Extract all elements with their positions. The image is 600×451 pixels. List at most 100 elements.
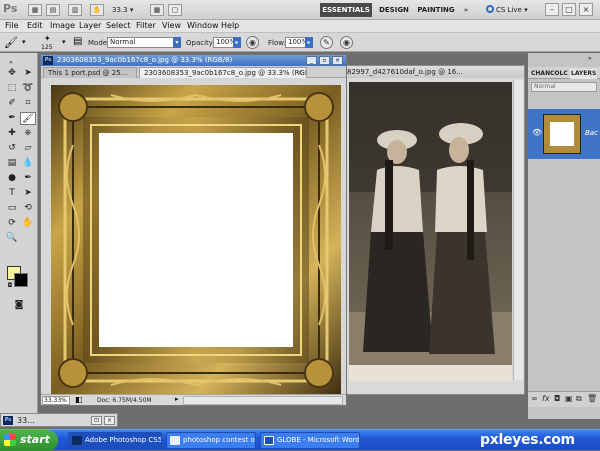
pen-tool-icon[interactable]: ✒	[20, 172, 36, 185]
move-tool-icon[interactable]: ✥	[4, 67, 20, 80]
blur-tool-icon[interactable]: 💧	[20, 157, 36, 170]
arrange-documents-icon[interactable]: ▦	[150, 4, 164, 16]
default-colors-icon[interactable]: ◘	[2, 279, 18, 292]
move-tool-arrow-icon[interactable]: ➤	[20, 67, 36, 80]
quick-mask-icon[interactable]: ◙	[11, 299, 27, 312]
minibridge-icon[interactable]: ▤	[46, 4, 60, 16]
clone-stamp-tool-icon[interactable]: ⎈	[20, 127, 36, 140]
menu-view[interactable]: View	[162, 20, 181, 32]
menu-filter[interactable]: Filter	[136, 20, 156, 32]
document-minimize-button[interactable]: _	[306, 56, 317, 65]
flow-slider-arrow-icon[interactable]: ▸	[305, 37, 313, 48]
layer-row-background[interactable]: 👁 Bac	[528, 109, 600, 159]
link-layers-icon[interactable]: ∞	[531, 394, 538, 403]
task-photoshop-contest[interactable]: photoshop contest o...	[166, 432, 256, 449]
maximize-button[interactable]: □	[562, 3, 576, 16]
tab-frame-image[interactable]: 2303608353_9ac0b167c8_o.jpg @ 33.3% (RGB…	[139, 67, 307, 78]
opacity-slider-arrow-icon[interactable]: ▸	[233, 37, 241, 48]
tab-color[interactable]: COLC	[550, 69, 568, 79]
screen-mode-icon[interactable]: ▢	[168, 4, 182, 16]
tab-layers[interactable]: LAYERS	[570, 69, 598, 79]
tab-channels[interactable]: CHAN	[531, 69, 550, 79]
lasso-tool-icon[interactable]: ➰	[20, 82, 36, 95]
blend-mode-select[interactable]: Normal	[531, 82, 597, 92]
delete-layer-icon[interactable]: 🗑	[587, 394, 597, 403]
menu-file[interactable]: File	[5, 20, 18, 32]
menu-edit[interactable]: Edit	[27, 20, 43, 32]
tab-this-1-port[interactable]: This 1 port.psd @ 25...	[43, 67, 137, 78]
menu-layer[interactable]: Layer	[79, 20, 101, 32]
brush-tool-icon[interactable]: 🖌	[4, 36, 18, 49]
add-mask-icon[interactable]: ◘	[554, 394, 560, 403]
task-photoshop[interactable]: Adobe Photoshop CS5	[68, 432, 162, 449]
status-info-icon[interactable]: ◧	[75, 395, 83, 404]
tab-close-icon[interactable]: ×	[297, 68, 303, 78]
document-window-frame[interactable]: Ps 2303608353_9ac0b167c8_o.jpg @ 33.3% (…	[40, 54, 347, 406]
document-window-photo[interactable]: 82997_d427610daf_o.jpg @ 16...	[340, 65, 525, 395]
adjustment-layer-icon[interactable]: ▣	[565, 394, 573, 403]
eraser-tool-icon[interactable]: ▱	[20, 142, 36, 155]
tablet-opacity-icon[interactable]: ◉	[246, 36, 259, 49]
eyedropper-tool-icon[interactable]: ✒	[4, 112, 20, 125]
menu-select[interactable]: Select	[106, 20, 131, 32]
minimize-button[interactable]: –	[545, 3, 559, 16]
hand-view-icon[interactable]: ✋	[90, 4, 104, 16]
shape-tool-icon[interactable]: ▭	[4, 202, 20, 215]
document-title[interactable]: 82997_d427610daf_o.jpg @ 16...	[341, 66, 524, 78]
3d-camera-tool-icon[interactable]: ⟳	[4, 217, 20, 230]
gradient-tool-icon[interactable]: ▤	[4, 157, 20, 170]
start-button[interactable]: start	[0, 430, 58, 451]
hand-tool-icon[interactable]: ✋	[20, 217, 36, 230]
cs-live-button[interactable]: CS Live ▾	[486, 3, 538, 17]
menu-image[interactable]: Image	[50, 20, 75, 32]
document-close-button[interactable]: ×	[332, 56, 343, 65]
brush-tool-icon-active[interactable]: 🖌	[20, 112, 36, 125]
document-title: 2303608353_9ac0b167c8_o.jpg @ 33.3% (RGB…	[57, 56, 233, 64]
workspace-painting-button[interactable]: PAINTING	[416, 3, 456, 17]
collapse-panels-icon[interactable]: »	[588, 55, 592, 62]
crop-tool-icon[interactable]: ⌗	[20, 97, 36, 110]
document-restore-button[interactable]: ▫	[319, 56, 330, 65]
healing-brush-tool-icon[interactable]: ✚	[4, 127, 20, 140]
airbrush-icon[interactable]: ✎	[320, 36, 333, 49]
dodge-tool-icon[interactable]: ●	[4, 172, 20, 185]
eye-visibility-icon[interactable]: 👁	[532, 128, 542, 138]
vintage-photo-canvas[interactable]	[349, 82, 512, 382]
mode-select[interactable]: Normal	[107, 37, 181, 48]
vertical-scrollbar[interactable]	[513, 80, 523, 380]
new-layer-icon[interactable]: ⧉	[576, 394, 582, 404]
workspace-design-button[interactable]: DESIGN	[376, 3, 412, 17]
minimized-close-button[interactable]: ×	[104, 416, 115, 425]
menu-help[interactable]: Help	[221, 20, 239, 32]
horizontal-scrollbar[interactable]	[183, 396, 343, 405]
zoom-level-select[interactable]: 33.3 ▾	[112, 4, 146, 16]
type-tool-icon[interactable]: T	[4, 187, 20, 200]
brush-preview-icon[interactable]: ✦	[44, 34, 51, 43]
bridge-icon[interactable]: ▦	[28, 4, 42, 16]
3d-rotate-tool-icon[interactable]: ⟲	[20, 202, 36, 215]
ornate-frame-canvas[interactable]	[51, 85, 341, 395]
zoom-tool-icon[interactable]: 🔍	[4, 232, 20, 245]
brush-picker-arrow-icon[interactable]: ▾	[62, 38, 66, 46]
document-titlebar[interactable]: Ps 2303608353_9ac0b167c8_o.jpg @ 33.3% (…	[41, 55, 346, 66]
path-selection-tool-icon[interactable]: ➤	[20, 187, 36, 200]
minimized-restore-button[interactable]: ⊡	[91, 416, 102, 425]
quick-selection-tool-icon[interactable]: ✐	[4, 97, 20, 110]
close-button[interactable]: ×	[579, 3, 593, 16]
zoom-level-field[interactable]: 33.33%	[42, 396, 70, 405]
menu-window[interactable]: Window	[187, 20, 219, 32]
status-menu-arrow-icon[interactable]: ▸	[175, 395, 179, 403]
task-microsoft-word[interactable]: GLOBE - Microsoft Word	[260, 432, 360, 449]
marquee-tool-icon[interactable]: ⬚	[4, 82, 20, 95]
mode-select-arrow-icon[interactable]: ▾	[173, 37, 181, 48]
tool-preset-arrow-icon[interactable]: ▾	[22, 38, 26, 46]
brush-panel-icon[interactable]: ▤	[73, 36, 82, 47]
history-brush-tool-icon[interactable]: ↺	[4, 142, 20, 155]
layers-panel-footer: ∞ fx ◘ ▣ ⧉ 🗑	[528, 391, 600, 407]
minimized-document[interactable]: Ps 33... ⊡ ×	[0, 413, 118, 427]
guides-icon[interactable]: ▥	[68, 4, 82, 16]
layer-style-icon[interactable]: fx	[542, 394, 550, 403]
workspace-essentials-button[interactable]: ESSENTIALS	[320, 3, 372, 17]
more-workspaces-button[interactable]: »	[460, 3, 472, 17]
tablet-size-icon[interactable]: ◉	[340, 36, 353, 49]
